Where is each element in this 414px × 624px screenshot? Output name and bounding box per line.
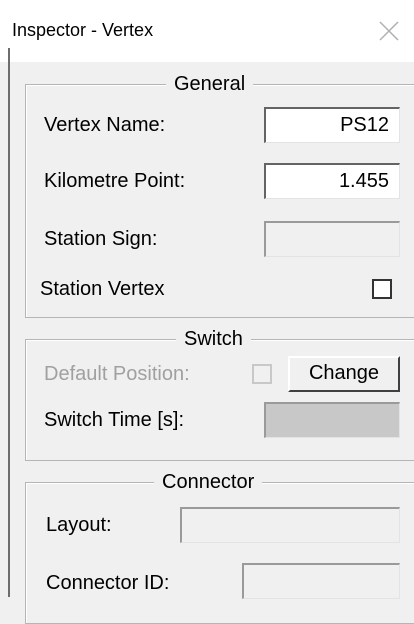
layout-field[interactable] <box>180 507 400 543</box>
station-vertex-checkbox[interactable] <box>372 279 392 299</box>
switch-group-title: Switch <box>176 327 251 351</box>
connector-group-title: Connector <box>154 470 263 494</box>
layout-label: Layout: <box>46 514 112 536</box>
window-title: Inspector - Vertex <box>12 20 154 40</box>
title-bar: Inspector - Vertex <box>0 0 414 62</box>
switch-time-field[interactable] <box>264 402 400 438</box>
connector-group: Connector Layout: Connector ID: <box>25 470 414 624</box>
switch-group: Switch Default Position: Change Switch T… <box>25 327 414 461</box>
connector-id-field[interactable] <box>242 563 400 599</box>
general-group: General Vertex Name: PS12 Kilometre Poin… <box>25 72 414 318</box>
window-left-border <box>8 48 10 597</box>
change-button[interactable]: Change <box>288 356 400 392</box>
default-position-label: Default Position: <box>44 363 190 385</box>
station-sign-label: Station Sign: <box>44 228 158 250</box>
inspector-window: Inspector - Vertex General Vertex Name: … <box>0 0 414 624</box>
connector-id-label: Connector ID: <box>46 572 170 594</box>
station-sign-field[interactable] <box>264 221 400 257</box>
default-position-checkbox[interactable] <box>252 364 272 384</box>
station-vertex-label: Station Vertex <box>40 278 165 300</box>
kilometre-point-field[interactable]: 1.455 <box>264 163 400 199</box>
vertex-name-field[interactable]: PS12 <box>264 107 400 143</box>
switch-time-label: Switch Time [s]: <box>44 409 185 431</box>
close-icon[interactable] <box>376 18 402 44</box>
general-group-title: General <box>166 72 254 96</box>
vertex-name-label: Vertex Name: <box>44 114 166 136</box>
kilometre-point-label: Kilometre Point: <box>44 170 186 192</box>
